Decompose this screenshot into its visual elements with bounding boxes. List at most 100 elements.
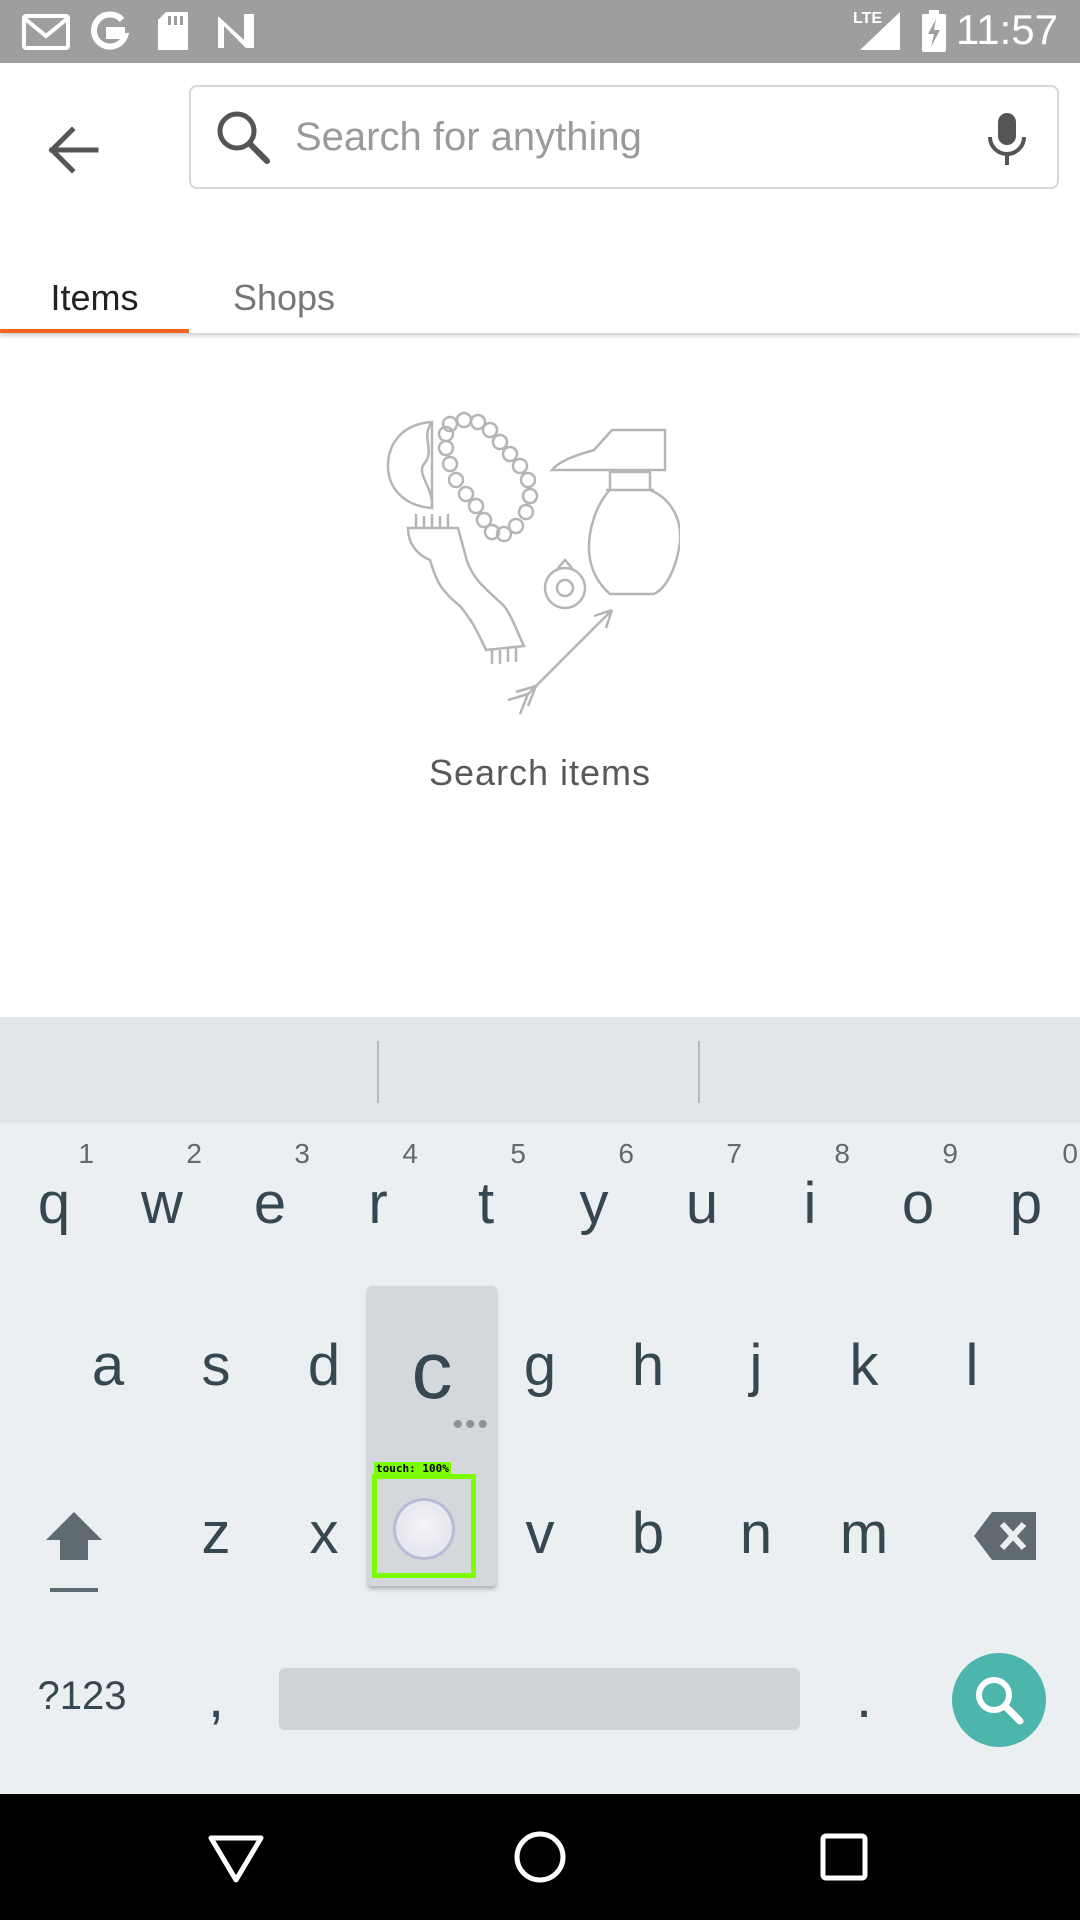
key-k[interactable]: k xyxy=(810,1300,918,1450)
key-label: y xyxy=(579,1171,609,1236)
key-hint: 2 xyxy=(186,1138,202,1169)
space-key[interactable] xyxy=(279,1668,800,1730)
key-label: l xyxy=(965,1333,979,1398)
key-b[interactable]: b xyxy=(594,1460,702,1610)
key-label: r xyxy=(368,1171,388,1236)
key-h[interactable]: h xyxy=(594,1300,702,1450)
key-n[interactable]: n xyxy=(702,1460,810,1610)
n-icon xyxy=(218,14,254,48)
back-triangle-icon[interactable] xyxy=(203,1824,269,1890)
touch-point-circle xyxy=(393,1498,455,1560)
key-label: t xyxy=(477,1171,495,1236)
key-label: v xyxy=(525,1501,555,1566)
backspace-key[interactable] xyxy=(950,1460,1058,1610)
search-box[interactable] xyxy=(189,85,1059,189)
key-j[interactable]: j xyxy=(702,1300,810,1450)
items-illustration xyxy=(386,411,680,715)
comma-key[interactable]: , xyxy=(162,1630,270,1780)
tab-items-label: Items xyxy=(50,277,139,318)
period-key[interactable]: . xyxy=(810,1630,918,1780)
key-label: s xyxy=(201,1333,231,1398)
key-label: k xyxy=(849,1333,879,1398)
key-o[interactable]: 9o xyxy=(864,1130,972,1280)
key-l[interactable]: l xyxy=(918,1300,1026,1450)
symbols-key-label: ?123 xyxy=(37,1674,127,1718)
key-hint: 8 xyxy=(834,1138,850,1169)
navigation-bar xyxy=(0,1794,1080,1920)
key-label: o xyxy=(901,1171,935,1236)
shift-key[interactable] xyxy=(20,1460,128,1610)
microphone-icon[interactable] xyxy=(985,111,1029,167)
home-circle-icon[interactable] xyxy=(507,1824,573,1890)
symbols-key[interactable]: ?123 xyxy=(22,1630,142,1780)
key-label: w xyxy=(141,1171,183,1236)
key-q[interactable]: 1q xyxy=(0,1130,108,1280)
tab-indicator xyxy=(0,329,189,333)
key-hint: 9 xyxy=(942,1138,958,1169)
search-input[interactable] xyxy=(295,105,955,169)
key-label: h xyxy=(631,1333,665,1398)
key-d[interactable]: d xyxy=(270,1300,378,1450)
key-label: p xyxy=(1009,1171,1043,1236)
gmail-icon xyxy=(22,14,70,50)
touch-indicator-label: touch: 100% xyxy=(374,1462,451,1475)
backspace-icon xyxy=(974,1512,1036,1560)
tab-shops-label: Shops xyxy=(232,277,336,318)
tab-items[interactable]: Items xyxy=(0,253,189,333)
lte-signal-icon xyxy=(860,12,900,50)
key-label: e xyxy=(253,1171,287,1236)
key-g[interactable]: g xyxy=(486,1300,594,1450)
more-keys-indicator: ••• xyxy=(452,1408,490,1441)
status-time: 11:57 xyxy=(956,6,1058,53)
comma-key-label: , xyxy=(207,1665,225,1730)
suggestion-divider xyxy=(377,1041,379,1103)
keyboard-search-button[interactable] xyxy=(952,1653,1046,1747)
key-label: i xyxy=(803,1171,817,1236)
key-i[interactable]: 8i xyxy=(756,1130,864,1280)
key-label: j xyxy=(749,1333,763,1398)
suggestion-strip xyxy=(0,1017,1080,1123)
sd-card-icon xyxy=(158,12,188,50)
key-label: b xyxy=(631,1501,665,1566)
key-r[interactable]: 4r xyxy=(324,1130,432,1280)
back-arrow-icon xyxy=(48,126,99,174)
status-bar: LTE 11:57 xyxy=(0,0,1080,63)
app-bar: Items Shops xyxy=(0,63,1080,333)
key-popup-label: c xyxy=(411,1325,453,1416)
tab-shops[interactable]: Shops xyxy=(189,253,379,333)
key-hint: 0 xyxy=(1062,1138,1078,1169)
key-label: x xyxy=(309,1501,339,1566)
search-icon xyxy=(976,1677,1024,1725)
key-z[interactable]: z xyxy=(162,1460,270,1610)
key-hint: 1 xyxy=(78,1138,94,1169)
key-hint: 5 xyxy=(510,1138,526,1169)
key-a[interactable]: a xyxy=(54,1300,162,1450)
key-label: n xyxy=(739,1501,773,1566)
suggestion-divider xyxy=(698,1041,700,1103)
key-y[interactable]: 6y xyxy=(540,1130,648,1280)
key-label: z xyxy=(201,1501,231,1566)
key-m[interactable]: m xyxy=(810,1460,918,1610)
back-button[interactable] xyxy=(30,105,120,195)
key-t[interactable]: 5t xyxy=(432,1130,540,1280)
google-icon xyxy=(90,11,130,50)
search-icon xyxy=(217,111,270,164)
key-u[interactable]: 7u xyxy=(648,1130,756,1280)
key-label: g xyxy=(523,1333,557,1398)
key-label: q xyxy=(37,1171,71,1236)
key-v[interactable]: v xyxy=(486,1460,594,1610)
key-e[interactable]: 3e xyxy=(216,1130,324,1280)
shift-icon xyxy=(46,1512,102,1592)
key-s[interactable]: s xyxy=(162,1300,270,1450)
key-label: m xyxy=(839,1501,889,1566)
key-p[interactable]: 0p xyxy=(972,1130,1080,1280)
key-hint: 4 xyxy=(402,1138,418,1169)
key-hint: 3 xyxy=(294,1138,310,1169)
key-x[interactable]: x xyxy=(270,1460,378,1610)
key-label: a xyxy=(91,1333,125,1398)
recents-square-icon[interactable] xyxy=(811,1824,877,1890)
battery-charging-icon xyxy=(922,10,946,52)
key-w[interactable]: 2w xyxy=(108,1130,216,1280)
key-hint: 6 xyxy=(618,1138,634,1169)
key-label: d xyxy=(307,1333,341,1398)
